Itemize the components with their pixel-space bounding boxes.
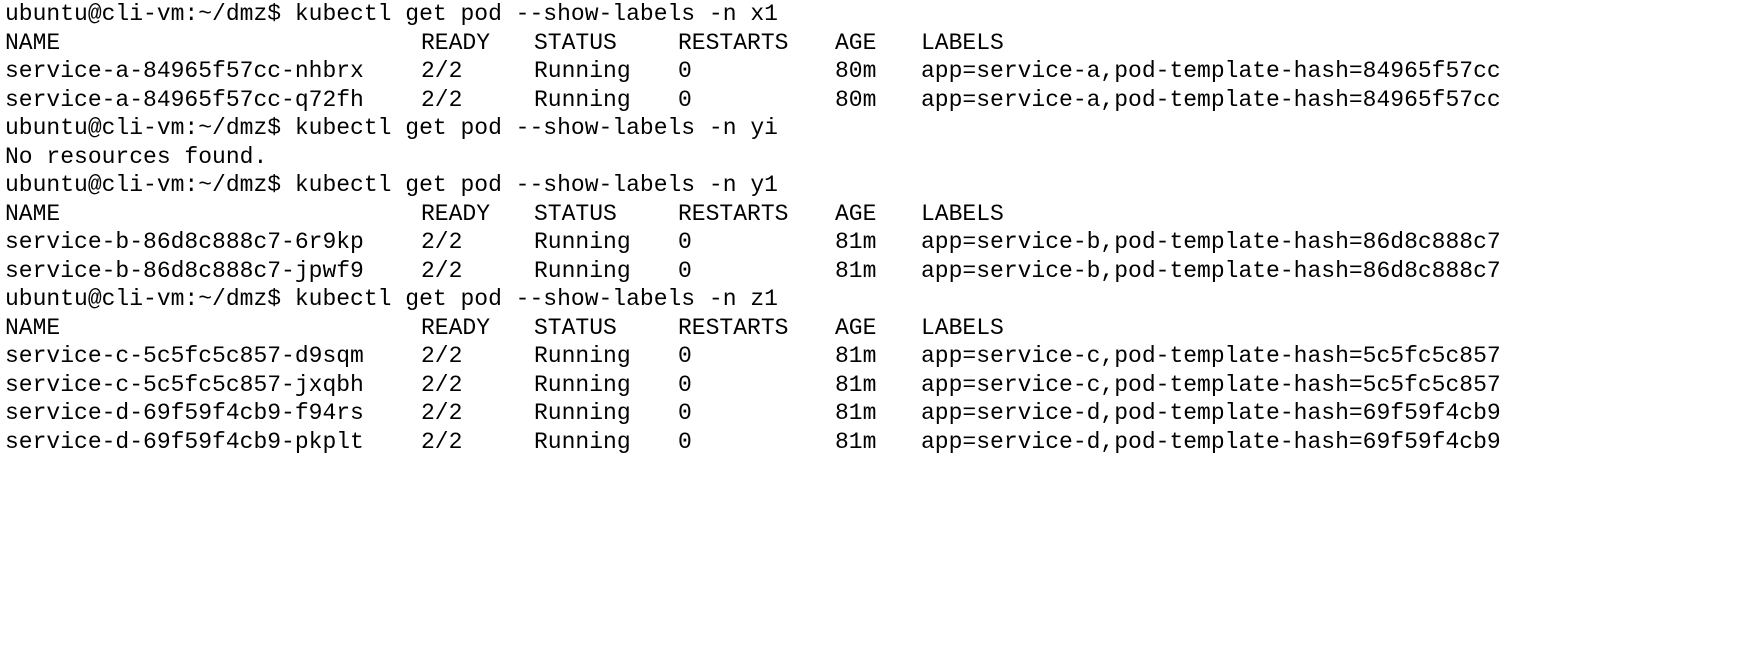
pod-labels: app=service-b,pod-template-hash=86d8c888… bbox=[921, 229, 1501, 255]
header-labels: LABELS bbox=[921, 314, 1004, 341]
header-restarts: RESTARTS bbox=[678, 29, 789, 56]
header-labels: LABELS bbox=[921, 29, 1004, 56]
table-row: service-d-69f59f4cb9-f94rs 2/2 Running 0… bbox=[5, 399, 1756, 428]
header-age: AGE bbox=[835, 29, 877, 56]
pod-restarts: 0 bbox=[678, 371, 692, 398]
header-age: AGE bbox=[835, 200, 877, 227]
pod-name: service-a-84965f57cc-q72fh bbox=[5, 86, 364, 113]
header-ready: READY bbox=[421, 200, 491, 227]
pod-labels: app=service-d,pod-template-hash=69f59f4c… bbox=[921, 428, 1501, 455]
command-line: ubuntu@cli-vm:~/dmz$ kubectl get pod --s… bbox=[5, 115, 778, 141]
pod-restarts: 0 bbox=[678, 86, 692, 113]
pod-age: 80m bbox=[835, 58, 877, 84]
header-status: STATUS bbox=[534, 314, 617, 341]
header-name: NAME bbox=[5, 314, 61, 341]
pod-ready: 2/2 bbox=[421, 371, 463, 398]
pod-age: 81m bbox=[835, 257, 877, 284]
pod-labels: app=service-c,pod-template-hash=5c5fc5c8… bbox=[921, 371, 1501, 398]
header-restarts: RESTARTS bbox=[678, 200, 789, 227]
table-header-row: NAME READY STATUS RESTARTS AGE LABELS bbox=[5, 200, 1756, 229]
pod-labels: app=service-c,pod-template-hash=5c5fc5c8… bbox=[921, 343, 1501, 369]
header-ready: READY bbox=[421, 29, 491, 56]
pod-status: Running bbox=[534, 229, 631, 255]
command-line: ubuntu@cli-vm:~/dmz$ kubectl get pod --s… bbox=[5, 1, 778, 27]
header-restarts: RESTARTS bbox=[678, 314, 789, 341]
pod-name: service-b-86d8c888c7-6r9kp bbox=[5, 229, 364, 255]
pod-restarts: 0 bbox=[678, 58, 692, 84]
pod-name: service-d-69f59f4cb9-f94rs bbox=[5, 400, 364, 426]
pod-age: 81m bbox=[835, 428, 877, 455]
pod-labels: app=service-b,pod-template-hash=86d8c888… bbox=[921, 257, 1501, 284]
pod-status: Running bbox=[534, 58, 631, 84]
pod-labels: app=service-a,pod-template-hash=84965f57… bbox=[921, 58, 1501, 84]
pod-status: Running bbox=[534, 257, 631, 284]
pod-ready: 2/2 bbox=[421, 428, 463, 455]
pod-name: service-a-84965f57cc-nhbrx bbox=[5, 58, 364, 84]
table-row: service-a-84965f57cc-nhbrx 2/2 Running 0… bbox=[5, 57, 1756, 86]
header-status: STATUS bbox=[534, 200, 617, 227]
header-ready: READY bbox=[421, 314, 491, 341]
pod-restarts: 0 bbox=[678, 428, 692, 455]
pod-status: Running bbox=[534, 400, 631, 426]
header-status: STATUS bbox=[534, 29, 617, 56]
command-line: ubuntu@cli-vm:~/dmz$ kubectl get pod --s… bbox=[5, 286, 778, 312]
header-name: NAME bbox=[5, 29, 61, 56]
pod-restarts: 0 bbox=[678, 229, 692, 255]
pod-labels: app=service-a,pod-template-hash=84965f57… bbox=[921, 86, 1501, 113]
pod-age: 81m bbox=[835, 229, 877, 255]
table-row: service-d-69f59f4cb9-pkplt 2/2 Running 0… bbox=[5, 428, 1756, 457]
pod-labels: app=service-d,pod-template-hash=69f59f4c… bbox=[921, 400, 1501, 426]
table-row: service-b-86d8c888c7-jpwf9 2/2 Running 0… bbox=[5, 257, 1756, 286]
pod-restarts: 0 bbox=[678, 343, 692, 369]
pod-ready: 2/2 bbox=[421, 86, 463, 113]
pod-name: service-b-86d8c888c7-jpwf9 bbox=[5, 257, 364, 284]
header-labels: LABELS bbox=[921, 200, 1004, 227]
header-age: AGE bbox=[835, 314, 877, 341]
output-message: No resources found. bbox=[5, 143, 268, 170]
table-row: service-a-84965f57cc-q72fh 2/2 Running 0… bbox=[5, 86, 1756, 115]
table-row: service-c-5c5fc5c857-jxqbh 2/2 Running 0… bbox=[5, 371, 1756, 400]
pod-ready: 2/2 bbox=[421, 400, 463, 426]
pod-age: 80m bbox=[835, 86, 877, 113]
pod-restarts: 0 bbox=[678, 257, 692, 284]
header-name: NAME bbox=[5, 200, 61, 227]
pod-age: 81m bbox=[835, 343, 877, 369]
pod-ready: 2/2 bbox=[421, 257, 463, 284]
command-line: ubuntu@cli-vm:~/dmz$ kubectl get pod --s… bbox=[5, 172, 778, 198]
pod-status: Running bbox=[534, 428, 631, 455]
terminal-window[interactable]: ubuntu@cli-vm:~/dmz$ kubectl get pod --s… bbox=[0, 0, 1756, 508]
pod-age: 81m bbox=[835, 400, 877, 426]
pod-status: Running bbox=[534, 343, 631, 369]
pod-ready: 2/2 bbox=[421, 58, 463, 84]
pod-status: Running bbox=[534, 371, 631, 398]
pod-name: service-d-69f59f4cb9-pkplt bbox=[5, 428, 364, 455]
table-row: service-c-5c5fc5c857-d9sqm 2/2 Running 0… bbox=[5, 342, 1756, 371]
pod-ready: 2/2 bbox=[421, 229, 463, 255]
pod-name: service-c-5c5fc5c857-d9sqm bbox=[5, 343, 364, 369]
pod-name: service-c-5c5fc5c857-jxqbh bbox=[5, 371, 364, 398]
pod-restarts: 0 bbox=[678, 400, 692, 426]
pod-status: Running bbox=[534, 86, 631, 113]
table-row: service-b-86d8c888c7-6r9kp 2/2 Running 0… bbox=[5, 228, 1756, 257]
table-header-row: NAME READY STATUS RESTARTS AGE LABELS bbox=[5, 29, 1756, 58]
pod-age: 81m bbox=[835, 371, 877, 398]
pod-ready: 2/2 bbox=[421, 343, 463, 369]
table-header-row: NAME READY STATUS RESTARTS AGE LABELS bbox=[5, 314, 1756, 343]
